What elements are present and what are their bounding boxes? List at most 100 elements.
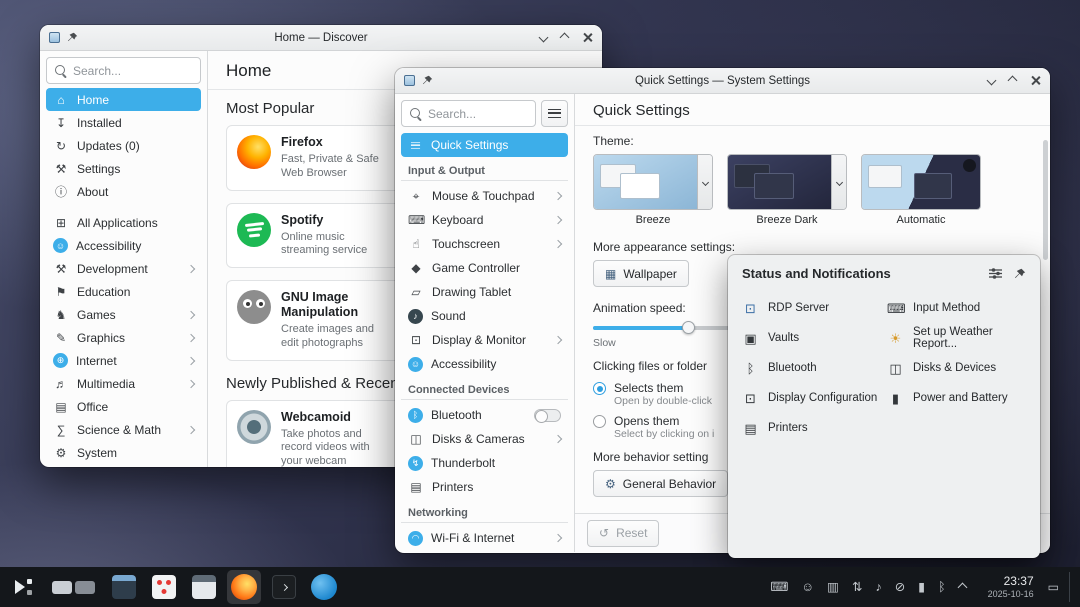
sidebar-item-education[interactable]: ⚑Education <box>46 280 201 303</box>
taskbar-task-firefox[interactable] <box>227 570 261 604</box>
sidebar-item-wifi-internet[interactable]: ◠Wi-Fi & Internet <box>401 526 568 550</box>
tray-item-display-configuration[interactable]: ⊡Display Configuration <box>742 392 881 405</box>
sidebar-item-touchscreen[interactable]: ☝Touchscreen <box>401 232 568 256</box>
tray-item-input-method[interactable]: ⌨Input Method <box>887 302 1026 315</box>
taskbar-task-monitor-app[interactable] <box>107 570 141 604</box>
pin-icon[interactable] <box>67 32 78 43</box>
desktop-1-thumbnail[interactable] <box>52 581 72 594</box>
general-behavior-button[interactable]: ⚙General Behavior <box>593 470 728 497</box>
volume-tray-icon[interactable]: ♪ <box>875 581 881 594</box>
minimize-icon[interactable] <box>987 76 997 86</box>
taskbar-task-media-app[interactable] <box>147 570 181 604</box>
close-icon[interactable] <box>1030 75 1041 86</box>
sidebar-item-keyboard[interactable]: ⌨Keyboard <box>401 208 568 232</box>
breeze-dropdown-button[interactable] <box>697 155 712 209</box>
about-icon: ⓘ <box>53 186 69 198</box>
sidebar-item-home[interactable]: ⌂Home <box>46 88 201 111</box>
battery-tray-icon[interactable]: ▮ <box>918 581 925 594</box>
pin-icon[interactable] <box>422 75 433 86</box>
theme-option-breeze[interactable]: Breeze <box>593 154 713 226</box>
user-tray-icon[interactable]: ☺ <box>801 581 814 594</box>
sidebar-item-multimedia[interactable]: ♬Multimedia <box>46 372 201 395</box>
sidebar-item-thunderbolt[interactable]: ↯Thunderbolt <box>401 451 568 475</box>
sidebar-item-all-applications[interactable]: ⊞All Applications <box>46 211 201 234</box>
games-icon: ♞ <box>53 309 69 321</box>
discover-search-input[interactable]: Search... <box>46 57 201 84</box>
taskbar-task-konsole[interactable] <box>267 570 301 604</box>
sidebar-item-mouse-touchpad[interactable]: ⌖Mouse & Touchpad <box>401 184 568 208</box>
peek-at-desktop-button[interactable] <box>1069 572 1074 602</box>
reset-button[interactable]: ↺Reset <box>587 520 659 547</box>
search-placeholder: Search... <box>73 64 121 78</box>
sidebar-item-internet[interactable]: ⊕Internet <box>46 349 201 372</box>
tray-item-disks-devices[interactable]: ◫Disks & Devices <box>887 362 1026 375</box>
breeze-dark-dropdown-button[interactable] <box>831 155 846 209</box>
radio-icon <box>593 382 606 395</box>
breeze-dark-preview <box>728 155 831 209</box>
pin-icon[interactable] <box>1014 268 1026 280</box>
bluetooth-toggle[interactable] <box>534 409 561 422</box>
tray-item-rdp-server[interactable]: ⊡RDP Server <box>742 302 881 315</box>
tray-item-weather[interactable]: ☀Set up Weather Report... <box>887 326 1026 350</box>
settings-titlebar[interactable]: Quick Settings — System Settings <box>395 68 1050 94</box>
sidebar-item-printers[interactable]: ▤Printers <box>401 475 568 499</box>
taskbar-task-window-app[interactable] <box>187 570 221 604</box>
sidebar-item-updates[interactable]: ↻Updates (0) <box>46 134 201 157</box>
close-icon[interactable] <box>582 32 593 43</box>
sidebar-item-bluetooth[interactable]: ᛒBluetooth <box>401 403 568 427</box>
sidebar-item-label: Thunderbolt <box>431 456 495 470</box>
desktop-2-thumbnail[interactable] <box>75 581 95 594</box>
sidebar-item-development[interactable]: ⚒Development <box>46 257 201 280</box>
desktop[interactable]: Home — Discover Search... ⌂Home ↧Install… <box>0 0 1080 607</box>
sidebar-item-accessibility[interactable]: ☺Accessibility <box>401 352 568 376</box>
tray-item-bluetooth[interactable]: ᛒBluetooth <box>742 362 881 375</box>
app-launcher-button[interactable] <box>6 570 40 604</box>
tray-item-vaults[interactable]: ▣Vaults <box>742 332 881 345</box>
tray-item-printers[interactable]: ▤Printers <box>742 422 881 435</box>
scrollbar[interactable] <box>1043 140 1048 260</box>
theme-option-breeze-dark[interactable]: Breeze Dark <box>727 154 847 226</box>
minimize-icon[interactable] <box>539 33 549 43</box>
sidebar-item-settings[interactable]: ⚒Settings <box>46 157 201 180</box>
sidebar-item-disks-cameras[interactable]: ◫Disks & Cameras <box>401 427 568 451</box>
sidebar-item-about[interactable]: ⓘAbout <box>46 180 201 203</box>
sidebar-item-drawing-tablet[interactable]: ▱Drawing Tablet <box>401 280 568 304</box>
microphone-tray-icon[interactable]: ⊘ <box>895 581 905 594</box>
sidebar-item-display-monitor[interactable]: ⊡Display & Monitor <box>401 328 568 352</box>
tray-item-power-battery[interactable]: ▮Power and Battery <box>887 392 1026 405</box>
education-icon: ⚑ <box>53 286 69 298</box>
sidebar-item-game-controller[interactable]: ◆Game Controller <box>401 256 568 280</box>
theme-option-automatic[interactable]: Automatic <box>861 154 981 226</box>
show-desktop-icon[interactable]: ▭ <box>1048 580 1059 594</box>
sidebar-item-online-accounts[interactable]: ☁Online Accounts <box>401 550 568 552</box>
discover-titlebar[interactable]: Home — Discover <box>40 25 602 51</box>
tray-item-label: RDP Server <box>768 302 829 314</box>
configure-icon[interactable] <box>989 267 1002 280</box>
virtual-desktop-pager[interactable] <box>52 581 95 594</box>
slider-handle[interactable] <box>682 321 695 334</box>
printer-icon: ▤ <box>742 422 759 435</box>
sidebar-item-games[interactable]: ♞Games <box>46 303 201 326</box>
settings-search-input[interactable]: Search... <box>401 100 536 127</box>
chevron-right-icon <box>554 216 562 224</box>
disks-icon: ◫ <box>887 362 904 375</box>
bluetooth-tray-icon[interactable]: ᛒ <box>938 581 946 594</box>
maximize-icon[interactable] <box>1008 76 1018 86</box>
hamburger-menu-button[interactable] <box>541 100 568 127</box>
wallpaper-button[interactable]: ▦Wallpaper <box>593 260 689 287</box>
sidebar-item-installed[interactable]: ↧Installed <box>46 111 201 134</box>
digital-clock[interactable]: 23:37 2025-10-16 <box>988 574 1034 599</box>
clipboard-tray-icon[interactable]: ▥ <box>827 581 839 594</box>
expand-tray-chevron-up-icon[interactable] <box>957 582 967 592</box>
sidebar-item-science-math[interactable]: ∑Science & Math <box>46 418 201 441</box>
taskbar-task-browser[interactable] <box>307 570 341 604</box>
sidebar-item-quick-settings[interactable]: Quick Settings <box>401 133 568 157</box>
sidebar-item-office[interactable]: ▤Office <box>46 395 201 418</box>
sidebar-item-system[interactable]: ⚙System <box>46 441 201 464</box>
sidebar-item-accessibility[interactable]: ☺Accessibility <box>46 234 201 257</box>
sidebar-item-sound[interactable]: ♪Sound <box>401 304 568 328</box>
network-tray-icon[interactable]: ⇅ <box>852 581 862 594</box>
sidebar-item-graphics[interactable]: ✎Graphics <box>46 326 201 349</box>
input-method-tray-icon[interactable]: ⌨ <box>770 581 788 594</box>
maximize-icon[interactable] <box>560 33 570 43</box>
